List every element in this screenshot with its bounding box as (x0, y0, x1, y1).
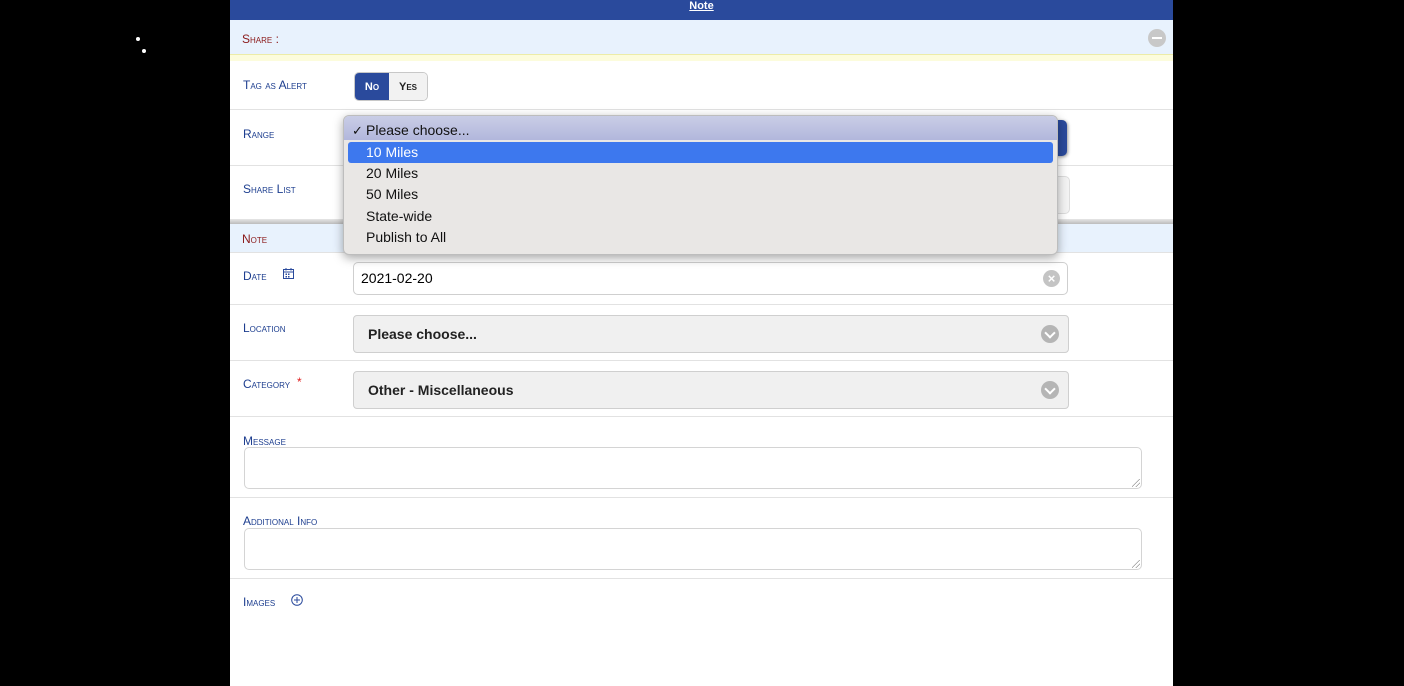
resize-handle[interactable] (1132, 560, 1140, 568)
tag-alert-yes[interactable]: Yes (389, 73, 427, 100)
clear-icon[interactable]: × (1043, 270, 1060, 287)
message-textarea[interactable] (244, 447, 1142, 489)
category-select[interactable]: Other - Miscellaneous (353, 371, 1069, 409)
required-marker: * (297, 375, 302, 389)
add-image-icon[interactable] (291, 594, 303, 606)
date-input[interactable]: 2021-02-20 × (353, 262, 1068, 295)
divider (230, 360, 1173, 361)
divider (230, 109, 1173, 110)
category-label: Category (243, 377, 291, 391)
range-option-highlighted[interactable]: 10 Miles (348, 142, 1053, 163)
section-separator (230, 55, 1173, 61)
range-option[interactable]: ✓ Please choose... (344, 120, 1057, 141)
chevron-down-icon (1041, 325, 1059, 343)
resize-handle[interactable] (1132, 479, 1140, 487)
note-section-title: Note (242, 232, 268, 246)
window-title[interactable]: Note (689, 0, 713, 12)
divider (230, 497, 1173, 498)
location-value: Please choose... (368, 326, 477, 342)
window-title-bar: Note (230, 0, 1173, 20)
note-panel: Note Share : Tag as Alert No Yes Range S… (230, 0, 1173, 686)
range-option[interactable]: State-wide (344, 206, 1057, 227)
location-label: Location (243, 321, 286, 335)
message-label: Message (243, 434, 286, 448)
additional-info-label: Additional Info (243, 514, 318, 528)
additional-info-textarea[interactable] (244, 528, 1142, 570)
divider (230, 304, 1173, 305)
tag-alert-toggle[interactable]: No Yes (354, 72, 428, 101)
date-label: Date (243, 269, 267, 283)
decorative-dot (136, 37, 140, 41)
tag-alert-label: Tag as Alert (243, 78, 307, 92)
range-option[interactable]: 50 Miles (344, 184, 1057, 205)
category-value: Other - Miscellaneous (368, 382, 514, 398)
chevron-down-icon (1041, 381, 1059, 399)
range-option[interactable]: 20 Miles (344, 163, 1057, 184)
images-label: Images (243, 595, 276, 609)
share-section-title: Share : (242, 32, 279, 46)
range-option[interactable]: Publish to All (344, 227, 1057, 248)
divider (230, 416, 1173, 417)
date-value: 2021-02-20 (361, 270, 433, 286)
tag-alert-no[interactable]: No (355, 73, 389, 100)
divider (230, 578, 1173, 579)
calendar-icon[interactable] (283, 268, 294, 279)
checkmark-icon: ✓ (352, 123, 363, 138)
share-section-header[interactable]: Share : (230, 20, 1173, 55)
share-list-label: Share List (243, 182, 296, 196)
decorative-dot (142, 49, 146, 53)
location-select[interactable]: Please choose... (353, 315, 1069, 353)
collapse-icon[interactable] (1148, 29, 1166, 47)
range-label: Range (243, 127, 275, 141)
range-dropdown-menu[interactable]: ✓ Please choose... 10 Miles 20 Miles 50 … (343, 115, 1058, 255)
share-list-select[interactable] (1056, 176, 1070, 214)
